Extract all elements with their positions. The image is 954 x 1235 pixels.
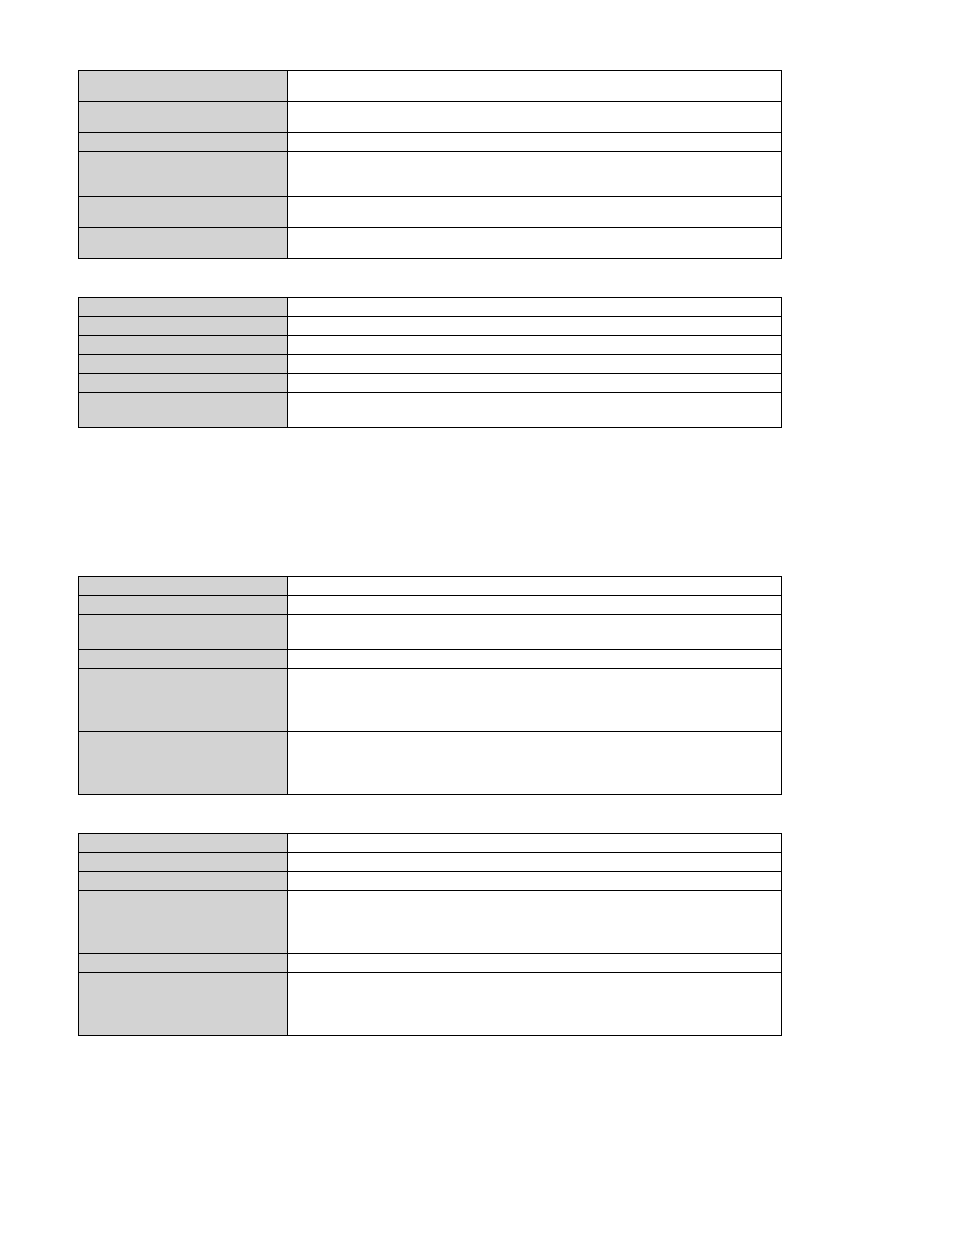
row-label — [79, 669, 288, 732]
table-row — [79, 732, 782, 795]
row-label — [79, 197, 288, 228]
table-row — [79, 954, 782, 973]
row-label — [79, 355, 288, 374]
row-value — [288, 102, 782, 133]
row-label — [79, 650, 288, 669]
row-value — [288, 317, 782, 336]
table-row — [79, 853, 782, 872]
row-label — [79, 228, 288, 259]
row-label — [79, 317, 288, 336]
row-label — [79, 954, 288, 973]
row-value — [288, 228, 782, 259]
row-value — [288, 197, 782, 228]
row-label — [79, 615, 288, 650]
row-value — [288, 891, 782, 954]
row-label — [79, 71, 288, 102]
row-value — [288, 834, 782, 853]
table-row — [79, 197, 782, 228]
row-label — [79, 374, 288, 393]
row-value — [288, 954, 782, 973]
row-label — [79, 732, 288, 795]
table-row — [79, 336, 782, 355]
table-row — [79, 317, 782, 336]
row-label — [79, 596, 288, 615]
table-row — [79, 669, 782, 732]
row-value — [288, 973, 782, 1036]
table-row — [79, 891, 782, 954]
table-row — [79, 102, 782, 133]
table-row — [79, 596, 782, 615]
table-row — [79, 228, 782, 259]
row-value — [288, 577, 782, 596]
row-value — [288, 615, 782, 650]
row-label — [79, 577, 288, 596]
table-row — [79, 71, 782, 102]
row-label — [79, 872, 288, 891]
row-label — [79, 973, 288, 1036]
table-row — [79, 615, 782, 650]
row-value — [288, 650, 782, 669]
table-row — [79, 393, 782, 428]
row-value — [288, 336, 782, 355]
table-row — [79, 577, 782, 596]
row-label — [79, 133, 288, 152]
row-label — [79, 834, 288, 853]
row-label — [79, 853, 288, 872]
spec-table-1 — [78, 297, 782, 428]
row-value — [288, 393, 782, 428]
table-row — [79, 872, 782, 891]
row-label — [79, 336, 288, 355]
row-value — [288, 596, 782, 615]
row-label — [79, 102, 288, 133]
table-row — [79, 298, 782, 317]
row-label — [79, 891, 288, 954]
row-value — [288, 71, 782, 102]
table-row — [79, 133, 782, 152]
document-body — [78, 70, 876, 1036]
row-value — [288, 298, 782, 317]
row-label — [79, 298, 288, 317]
table-row — [79, 834, 782, 853]
row-label — [79, 152, 288, 197]
row-value — [288, 374, 782, 393]
row-value — [288, 669, 782, 732]
row-value — [288, 133, 782, 152]
row-value — [288, 732, 782, 795]
table-row — [79, 374, 782, 393]
row-label — [79, 393, 288, 428]
row-value — [288, 152, 782, 197]
table-row — [79, 650, 782, 669]
table-row — [79, 355, 782, 374]
spec-table-0 — [78, 70, 782, 259]
row-value — [288, 853, 782, 872]
row-value — [288, 355, 782, 374]
spec-table-3 — [78, 833, 782, 1036]
table-row — [79, 152, 782, 197]
row-value — [288, 872, 782, 891]
table-row — [79, 973, 782, 1036]
spec-table-2 — [78, 576, 782, 795]
